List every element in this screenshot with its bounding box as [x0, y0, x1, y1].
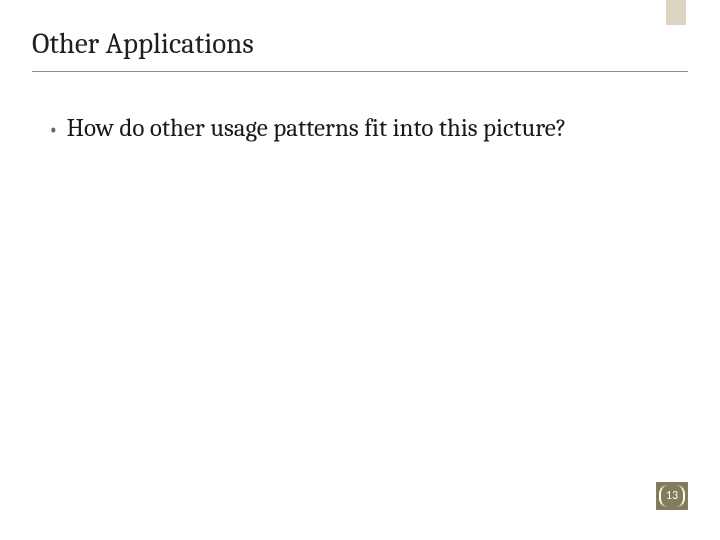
bullet-text: How do other usage patterns fit into thi… — [67, 113, 567, 145]
page-number-frame: 13 — [659, 485, 685, 507]
page-number: 13 — [666, 489, 678, 503]
slide-content: • How do other usage patterns fit into t… — [48, 113, 660, 145]
bullet-item: • How do other usage patterns fit into t… — [48, 113, 660, 145]
bullet-icon: • — [48, 113, 59, 145]
decoration-bar — [666, 0, 686, 25]
slide-title: Other Applications — [32, 28, 688, 72]
page-number-badge: 13 — [656, 482, 688, 510]
